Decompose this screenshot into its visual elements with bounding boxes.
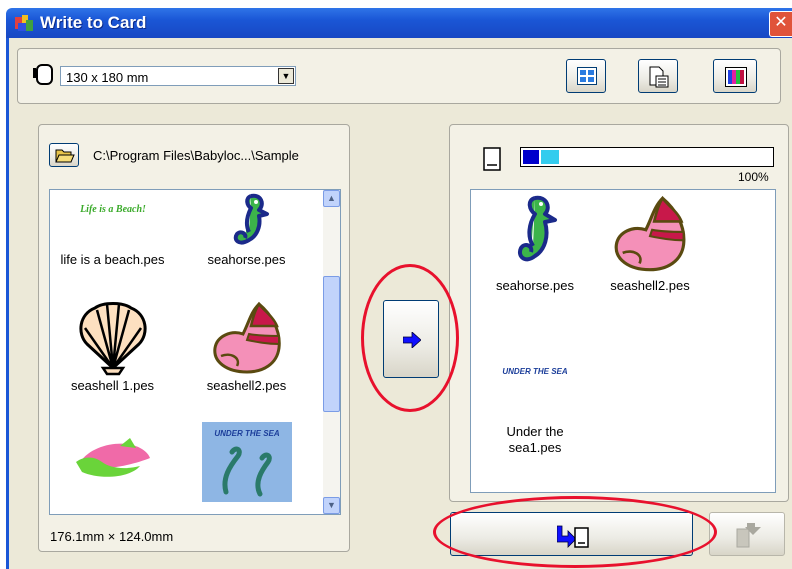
list-item-label: life is a beach.pes xyxy=(60,252,165,267)
card-usage-bar xyxy=(520,147,774,167)
card-remove-icon xyxy=(736,523,761,548)
layout-grid-icon xyxy=(577,67,597,85)
hoop-icon xyxy=(33,64,53,85)
list-item[interactable]: Life is a Beach! life is a beach.pes xyxy=(50,192,175,267)
conch-shell-thumbnail xyxy=(614,195,686,272)
remove-from-card-button[interactable] xyxy=(709,512,785,556)
list-item[interactable] xyxy=(50,422,175,482)
hoop-size-select[interactable]: 130 x 180 mm ▼ xyxy=(60,66,296,86)
title-bar: Write to Card ✕ xyxy=(6,8,792,38)
hoop-panel: 130 x 180 mm ▼ xyxy=(17,48,781,104)
layout-grid-button[interactable] xyxy=(566,59,606,93)
scroll-down-button[interactable]: ▼ xyxy=(323,497,340,514)
sea-art-text: UNDER THE SEA xyxy=(502,367,568,376)
card-icon xyxy=(483,147,501,171)
card-panel: 100% seahorse.pes seashell2.pes UNDER TH… xyxy=(449,124,789,502)
open-folder-button[interactable] xyxy=(49,143,79,167)
list-item-label-line: sea1.pes xyxy=(508,440,562,455)
design-size-text: 176.1mm × 124.0mm xyxy=(50,529,174,544)
source-panel: C:\Program Files\Babyloc...\Sample Life … xyxy=(38,124,350,552)
list-item[interactable]: seashell 1.pes xyxy=(50,298,175,393)
under-the-sea-text-thumbnail: UNDER THE SEA xyxy=(502,367,568,376)
list-item-label-line: Under the xyxy=(506,424,564,439)
list-item-label: seahorse.pes xyxy=(495,278,575,293)
seahorse-thumbnail xyxy=(233,193,269,245)
life-is-a-beach-thumbnail: Life is a Beach! xyxy=(79,204,146,215)
highlight-circle xyxy=(433,496,717,568)
list-item[interactable]: UNDER THE SEA Under the sea1.pes xyxy=(485,360,585,456)
list-item-label: seashell2.pes xyxy=(206,378,287,393)
dialog-body: 130 x 180 mm ▼ C:\Program Files\Babyloc.… xyxy=(6,38,792,569)
source-path: C:\Program Files\Babyloc...\Sample xyxy=(93,148,299,163)
list-item[interactable]: UNDER THE SEA xyxy=(184,422,309,502)
open-folder-icon xyxy=(55,149,75,163)
list-item-label: seashell 1.pes xyxy=(70,378,155,393)
seahorse-thumbnail xyxy=(518,195,557,262)
card-usage-percent: 100% xyxy=(738,170,769,184)
app-icon xyxy=(15,15,33,31)
sea-art-text: UNDER THE SEA xyxy=(214,429,280,438)
hoop-size-value: 130 x 180 mm xyxy=(66,70,149,85)
color-bars-button[interactable] xyxy=(713,59,757,93)
list-item-label: seahorse.pes xyxy=(207,252,286,267)
list-item[interactable]: seahorse.pes xyxy=(485,192,585,293)
card-file-list[interactable]: seahorse.pes seashell2.pes UNDER THE SEA… xyxy=(470,189,776,493)
source-file-list[interactable]: Life is a Beach! life is a beach.pes sea… xyxy=(49,189,341,515)
properties-button[interactable] xyxy=(638,59,678,93)
beach-art-text: Life is a Beach! xyxy=(79,204,146,215)
scallop-shell-thumbnail xyxy=(78,302,147,376)
card-usage-fill-light xyxy=(541,150,559,164)
list-item[interactable]: seashell2.pes xyxy=(184,300,309,393)
window-title: Write to Card xyxy=(40,13,147,32)
list-item[interactable]: seahorse.pes xyxy=(184,192,309,267)
green-pink-shell-thumbnail xyxy=(75,438,150,477)
card-usage-fill-dark xyxy=(523,150,539,164)
under-the-sea-thumbnail: UNDER THE SEA xyxy=(201,422,292,502)
color-bars-icon xyxy=(725,67,747,87)
conch-shell-thumbnail xyxy=(212,301,281,374)
scroll-thumb[interactable] xyxy=(323,276,340,412)
chevron-down-icon[interactable]: ▼ xyxy=(278,68,294,84)
close-button[interactable]: ✕ xyxy=(769,11,792,37)
list-item[interactable]: seashell2.pes xyxy=(595,192,705,293)
highlight-circle xyxy=(361,264,459,412)
scroll-up-button[interactable]: ▲ xyxy=(323,190,340,207)
properties-icon xyxy=(649,66,669,88)
source-scrollbar[interactable]: ▲ ▼ xyxy=(323,190,340,514)
list-item-label: seashell2.pes xyxy=(610,278,690,293)
list-item-label: Under the sea1.pes xyxy=(485,424,585,456)
